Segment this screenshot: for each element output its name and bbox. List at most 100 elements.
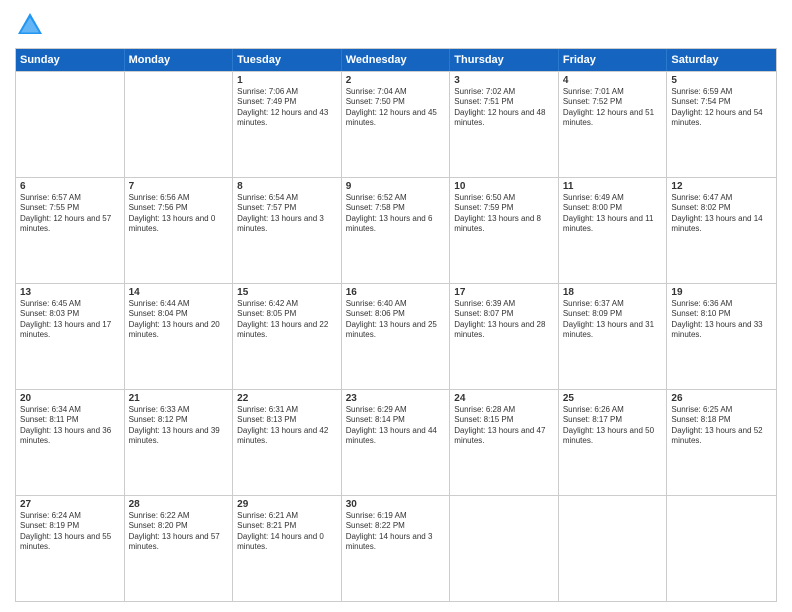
day-cell-17: 17Sunrise: 6:39 AM Sunset: 8:07 PM Dayli… xyxy=(450,284,559,389)
logo-icon xyxy=(15,10,45,40)
day-cell-11: 11Sunrise: 6:49 AM Sunset: 8:00 PM Dayli… xyxy=(559,178,668,283)
cell-sun-info: Sunrise: 6:36 AM Sunset: 8:10 PM Dayligh… xyxy=(671,299,772,341)
day-cell-10: 10Sunrise: 6:50 AM Sunset: 7:59 PM Dayli… xyxy=(450,178,559,283)
day-cell-22: 22Sunrise: 6:31 AM Sunset: 8:13 PM Dayli… xyxy=(233,390,342,495)
cell-sun-info: Sunrise: 7:01 AM Sunset: 7:52 PM Dayligh… xyxy=(563,87,663,129)
calendar-header: SundayMondayTuesdayWednesdayThursdayFrid… xyxy=(16,49,776,71)
day-header-thursday: Thursday xyxy=(450,49,559,71)
day-header-wednesday: Wednesday xyxy=(342,49,451,71)
day-cell-2: 2Sunrise: 7:04 AM Sunset: 7:50 PM Daylig… xyxy=(342,72,451,177)
day-number: 18 xyxy=(563,287,663,298)
cell-sun-info: Sunrise: 6:45 AM Sunset: 8:03 PM Dayligh… xyxy=(20,299,120,341)
day-cell-13: 13Sunrise: 6:45 AM Sunset: 8:03 PM Dayli… xyxy=(16,284,125,389)
cell-sun-info: Sunrise: 6:37 AM Sunset: 8:09 PM Dayligh… xyxy=(563,299,663,341)
day-number: 11 xyxy=(563,181,663,192)
calendar-row-4: 20Sunrise: 6:34 AM Sunset: 8:11 PM Dayli… xyxy=(16,389,776,495)
empty-cell xyxy=(667,496,776,601)
cell-sun-info: Sunrise: 6:22 AM Sunset: 8:20 PM Dayligh… xyxy=(129,511,229,553)
day-number: 16 xyxy=(346,287,446,298)
day-cell-28: 28Sunrise: 6:22 AM Sunset: 8:20 PM Dayli… xyxy=(125,496,234,601)
header xyxy=(15,10,777,40)
day-cell-8: 8Sunrise: 6:54 AM Sunset: 7:57 PM Daylig… xyxy=(233,178,342,283)
cell-sun-info: Sunrise: 6:21 AM Sunset: 8:21 PM Dayligh… xyxy=(237,511,337,553)
day-number: 23 xyxy=(346,393,446,404)
cell-sun-info: Sunrise: 6:49 AM Sunset: 8:00 PM Dayligh… xyxy=(563,193,663,235)
cell-sun-info: Sunrise: 6:31 AM Sunset: 8:13 PM Dayligh… xyxy=(237,405,337,447)
cell-sun-info: Sunrise: 6:28 AM Sunset: 8:15 PM Dayligh… xyxy=(454,405,554,447)
cell-sun-info: Sunrise: 6:59 AM Sunset: 7:54 PM Dayligh… xyxy=(671,87,772,129)
day-cell-24: 24Sunrise: 6:28 AM Sunset: 8:15 PM Dayli… xyxy=(450,390,559,495)
day-cell-4: 4Sunrise: 7:01 AM Sunset: 7:52 PM Daylig… xyxy=(559,72,668,177)
day-cell-27: 27Sunrise: 6:24 AM Sunset: 8:19 PM Dayli… xyxy=(16,496,125,601)
logo xyxy=(15,10,49,40)
cell-sun-info: Sunrise: 6:54 AM Sunset: 7:57 PM Dayligh… xyxy=(237,193,337,235)
empty-cell xyxy=(16,72,125,177)
day-cell-26: 26Sunrise: 6:25 AM Sunset: 8:18 PM Dayli… xyxy=(667,390,776,495)
day-cell-1: 1Sunrise: 7:06 AM Sunset: 7:49 PM Daylig… xyxy=(233,72,342,177)
cell-sun-info: Sunrise: 7:04 AM Sunset: 7:50 PM Dayligh… xyxy=(346,87,446,129)
day-cell-15: 15Sunrise: 6:42 AM Sunset: 8:05 PM Dayli… xyxy=(233,284,342,389)
calendar-row-1: 1Sunrise: 7:06 AM Sunset: 7:49 PM Daylig… xyxy=(16,71,776,177)
cell-sun-info: Sunrise: 6:34 AM Sunset: 8:11 PM Dayligh… xyxy=(20,405,120,447)
day-number: 5 xyxy=(671,75,772,86)
cell-sun-info: Sunrise: 6:26 AM Sunset: 8:17 PM Dayligh… xyxy=(563,405,663,447)
day-cell-16: 16Sunrise: 6:40 AM Sunset: 8:06 PM Dayli… xyxy=(342,284,451,389)
day-number: 24 xyxy=(454,393,554,404)
day-number: 20 xyxy=(20,393,120,404)
calendar: SundayMondayTuesdayWednesdayThursdayFrid… xyxy=(15,48,777,602)
day-cell-23: 23Sunrise: 6:29 AM Sunset: 8:14 PM Dayli… xyxy=(342,390,451,495)
day-number: 26 xyxy=(671,393,772,404)
day-cell-9: 9Sunrise: 6:52 AM Sunset: 7:58 PM Daylig… xyxy=(342,178,451,283)
cell-sun-info: Sunrise: 6:52 AM Sunset: 7:58 PM Dayligh… xyxy=(346,193,446,235)
day-number: 27 xyxy=(20,499,120,510)
cell-sun-info: Sunrise: 6:25 AM Sunset: 8:18 PM Dayligh… xyxy=(671,405,772,447)
cell-sun-info: Sunrise: 6:47 AM Sunset: 8:02 PM Dayligh… xyxy=(671,193,772,235)
day-number: 4 xyxy=(563,75,663,86)
day-number: 9 xyxy=(346,181,446,192)
day-number: 25 xyxy=(563,393,663,404)
day-number: 22 xyxy=(237,393,337,404)
day-cell-19: 19Sunrise: 6:36 AM Sunset: 8:10 PM Dayli… xyxy=(667,284,776,389)
day-cell-6: 6Sunrise: 6:57 AM Sunset: 7:55 PM Daylig… xyxy=(16,178,125,283)
day-number: 8 xyxy=(237,181,337,192)
day-number: 2 xyxy=(346,75,446,86)
cell-sun-info: Sunrise: 6:44 AM Sunset: 8:04 PM Dayligh… xyxy=(129,299,229,341)
day-number: 28 xyxy=(129,499,229,510)
day-number: 10 xyxy=(454,181,554,192)
cell-sun-info: Sunrise: 6:42 AM Sunset: 8:05 PM Dayligh… xyxy=(237,299,337,341)
day-cell-14: 14Sunrise: 6:44 AM Sunset: 8:04 PM Dayli… xyxy=(125,284,234,389)
empty-cell xyxy=(450,496,559,601)
day-cell-29: 29Sunrise: 6:21 AM Sunset: 8:21 PM Dayli… xyxy=(233,496,342,601)
cell-sun-info: Sunrise: 6:29 AM Sunset: 8:14 PM Dayligh… xyxy=(346,405,446,447)
day-number: 7 xyxy=(129,181,229,192)
cell-sun-info: Sunrise: 6:40 AM Sunset: 8:06 PM Dayligh… xyxy=(346,299,446,341)
empty-cell xyxy=(125,72,234,177)
cell-sun-info: Sunrise: 6:56 AM Sunset: 7:56 PM Dayligh… xyxy=(129,193,229,235)
day-cell-5: 5Sunrise: 6:59 AM Sunset: 7:54 PM Daylig… xyxy=(667,72,776,177)
day-cell-12: 12Sunrise: 6:47 AM Sunset: 8:02 PM Dayli… xyxy=(667,178,776,283)
empty-cell xyxy=(559,496,668,601)
day-number: 15 xyxy=(237,287,337,298)
day-cell-3: 3Sunrise: 7:02 AM Sunset: 7:51 PM Daylig… xyxy=(450,72,559,177)
cell-sun-info: Sunrise: 6:19 AM Sunset: 8:22 PM Dayligh… xyxy=(346,511,446,553)
day-number: 6 xyxy=(20,181,120,192)
day-header-sunday: Sunday xyxy=(16,49,125,71)
calendar-body: 1Sunrise: 7:06 AM Sunset: 7:49 PM Daylig… xyxy=(16,71,776,601)
day-number: 30 xyxy=(346,499,446,510)
cell-sun-info: Sunrise: 6:33 AM Sunset: 8:12 PM Dayligh… xyxy=(129,405,229,447)
day-number: 19 xyxy=(671,287,772,298)
calendar-row-3: 13Sunrise: 6:45 AM Sunset: 8:03 PM Dayli… xyxy=(16,283,776,389)
day-cell-30: 30Sunrise: 6:19 AM Sunset: 8:22 PM Dayli… xyxy=(342,496,451,601)
day-cell-18: 18Sunrise: 6:37 AM Sunset: 8:09 PM Dayli… xyxy=(559,284,668,389)
cell-sun-info: Sunrise: 7:06 AM Sunset: 7:49 PM Dayligh… xyxy=(237,87,337,129)
day-cell-7: 7Sunrise: 6:56 AM Sunset: 7:56 PM Daylig… xyxy=(125,178,234,283)
day-number: 29 xyxy=(237,499,337,510)
day-cell-25: 25Sunrise: 6:26 AM Sunset: 8:17 PM Dayli… xyxy=(559,390,668,495)
day-number: 13 xyxy=(20,287,120,298)
day-number: 14 xyxy=(129,287,229,298)
day-cell-21: 21Sunrise: 6:33 AM Sunset: 8:12 PM Dayli… xyxy=(125,390,234,495)
cell-sun-info: Sunrise: 6:24 AM Sunset: 8:19 PM Dayligh… xyxy=(20,511,120,553)
page: SundayMondayTuesdayWednesdayThursdayFrid… xyxy=(0,0,792,612)
cell-sun-info: Sunrise: 7:02 AM Sunset: 7:51 PM Dayligh… xyxy=(454,87,554,129)
day-number: 17 xyxy=(454,287,554,298)
